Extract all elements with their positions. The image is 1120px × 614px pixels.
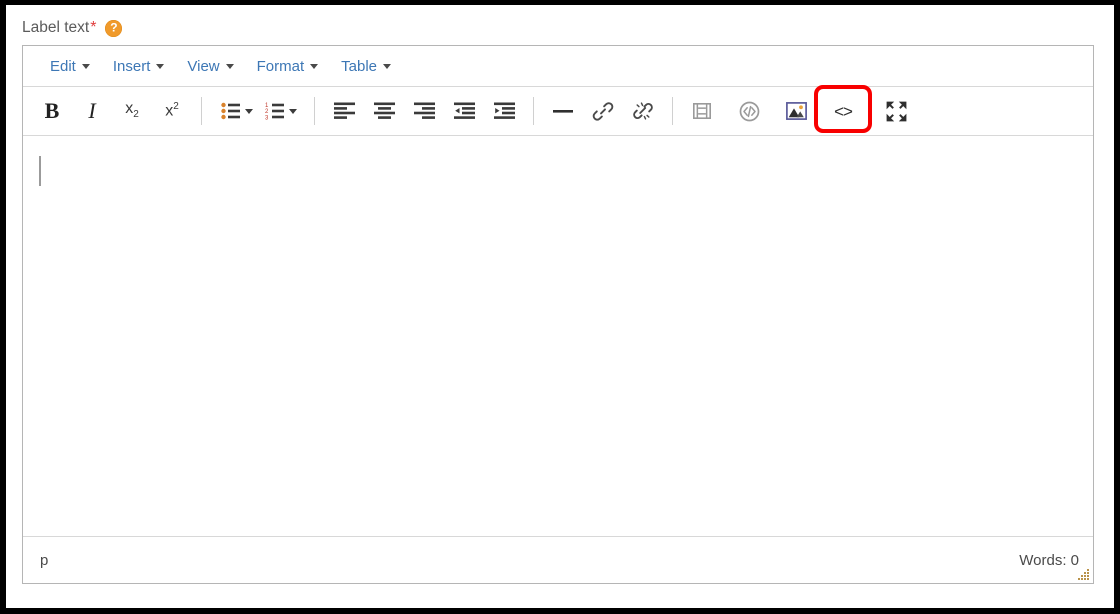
page-surface: Label text * ? Edit Insert View Format T… (6, 5, 1114, 608)
required-asterisk: * (90, 19, 97, 36)
source-code-icon: <> (834, 101, 853, 121)
menu-edit-label: Edit (50, 57, 76, 75)
rich-text-editor: Edit Insert View Format Table B I x2 x2 … (22, 45, 1094, 584)
help-icon[interactable]: ? (105, 19, 123, 37)
editor-statusbar: p Words: 0 (23, 537, 1093, 583)
toolbar-separator (533, 97, 534, 125)
editor-content-area[interactable] (23, 136, 1093, 537)
embed-code-button[interactable] (732, 94, 766, 128)
align-center-button[interactable] (367, 94, 401, 128)
subscript-button[interactable]: x2 (115, 94, 149, 128)
menu-view-label: View (187, 57, 220, 75)
indent-icon (493, 102, 515, 119)
editor-toolbar: B I x2 x2 1 2 3 <> (23, 85, 1093, 136)
page-title: Label text (22, 19, 90, 37)
menu-insert[interactable]: Insert (104, 55, 174, 78)
bold-icon: B (44, 98, 60, 123)
numbered-list-button[interactable]: 1 2 3 (258, 94, 292, 128)
media-icon (693, 103, 711, 119)
link-icon (592, 102, 614, 121)
align-left-button[interactable] (327, 94, 361, 128)
svg-text:3: 3 (265, 115, 269, 120)
increase-indent-button[interactable] (487, 94, 521, 128)
unlink-icon (633, 102, 653, 120)
align-right-icon (413, 102, 435, 119)
toolbar-separator (201, 97, 202, 125)
bullet-list-button[interactable] (214, 94, 248, 128)
image-button[interactable] (779, 94, 813, 128)
subscript-digit: 2 (133, 109, 139, 121)
viewport-frame: Label text * ? Edit Insert View Format T… (0, 0, 1120, 614)
resize-grip-icon[interactable] (1077, 568, 1090, 581)
outdent-icon (453, 102, 475, 119)
svg-text:1: 1 (265, 103, 269, 109)
chevron-down-icon (225, 63, 234, 69)
menu-edit[interactable]: Edit (41, 55, 99, 78)
menu-insert-label: Insert (112, 57, 151, 75)
superscript-button[interactable]: x2 (155, 94, 189, 128)
superscript-digit: 2 (173, 101, 179, 113)
toolbar-separator (672, 97, 673, 125)
unlink-button[interactable] (626, 94, 660, 128)
italic-button[interactable]: I (75, 94, 109, 128)
numbered-list-icon: 1 2 3 (265, 103, 284, 120)
chevron-down-icon (81, 63, 90, 69)
menu-table[interactable]: Table (332, 55, 400, 78)
field-label-row: Label text * ? (22, 15, 123, 41)
chevron-down-icon (383, 63, 391, 69)
align-right-button[interactable] (407, 94, 441, 128)
link-button[interactable] (586, 94, 620, 128)
horizontal-rule-icon (553, 110, 573, 113)
embed-circle-icon (739, 101, 759, 121)
source-code-button[interactable]: <> (814, 85, 872, 133)
menu-table-label: Table (341, 57, 377, 75)
help-icon-glyph: ? (110, 20, 118, 35)
bullet-list-icon (221, 102, 240, 120)
image-icon (785, 102, 807, 120)
menu-format[interactable]: Format (248, 55, 328, 78)
menu-view[interactable]: View (178, 55, 242, 78)
chevron-down-icon (310, 63, 319, 69)
editor-menubar: Edit Insert View Format Table (23, 46, 1093, 87)
horizontal-rule-button[interactable] (546, 94, 580, 128)
svg-text:2: 2 (265, 109, 269, 115)
fullscreen-icon (886, 101, 906, 121)
fullscreen-button[interactable] (879, 94, 913, 128)
element-path[interactable]: p (40, 552, 48, 569)
media-button[interactable] (685, 94, 719, 128)
menu-format-label: Format (256, 57, 305, 75)
decrease-indent-button[interactable] (447, 94, 481, 128)
align-center-icon (373, 102, 395, 119)
chevron-down-icon (156, 63, 165, 69)
bold-button[interactable]: B (35, 94, 69, 128)
superscript-icon: x2 (165, 101, 179, 120)
word-count-label: Words: 0 (1019, 551, 1079, 569)
text-caret (39, 156, 41, 186)
subscript-icon: x2 (125, 100, 139, 121)
toolbar-separator (314, 97, 315, 125)
align-left-icon (333, 102, 355, 119)
italic-icon: I (88, 98, 96, 123)
